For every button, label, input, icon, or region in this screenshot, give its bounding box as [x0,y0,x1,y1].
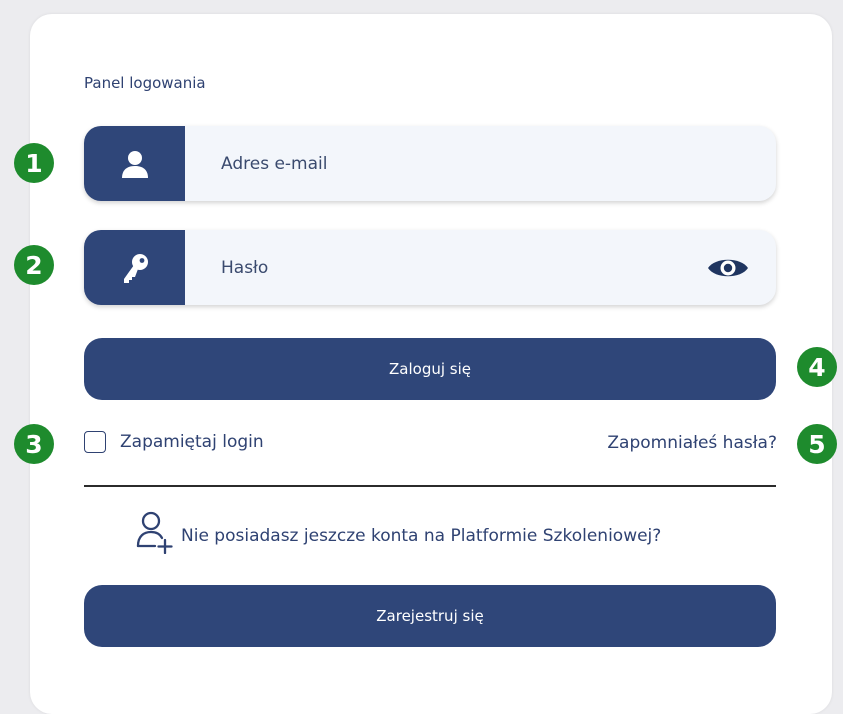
no-account-row: Nie posiadasz jeszcze konta na Platformi… [135,510,661,554]
eye-icon[interactable] [706,255,750,281]
callout-badge-4: 4 [797,347,837,387]
user-plus-icon [136,511,173,554]
callout-badge-3: 3 [14,424,54,464]
register-button[interactable]: Zarejestruj się [84,585,776,647]
no-account-text: Nie posiadasz jeszcze konta na Platformi… [181,526,662,546]
password-field-container [84,230,776,305]
callout-badge-1: 1 [14,143,54,183]
password-input[interactable] [185,230,776,305]
divider [84,485,776,487]
remember-checkbox[interactable] [84,431,106,453]
forgot-password-link[interactable]: Zapomniałeś hasła? [607,433,777,453]
login-button[interactable]: Zaloguj się [84,338,776,400]
email-field-container [84,126,776,201]
key-icon [123,253,148,283]
remember-login-checkbox-row[interactable]: Zapamiętaj login [84,431,264,453]
password-icon-box [84,230,185,305]
callout-badge-5: 5 [797,424,837,464]
email-icon-box [84,126,185,201]
remember-label: Zapamiętaj login [120,432,264,452]
email-input[interactable] [185,126,776,201]
callout-badge-2: 2 [14,245,54,285]
panel-title: Panel logowania [84,74,206,92]
user-icon [121,150,148,178]
